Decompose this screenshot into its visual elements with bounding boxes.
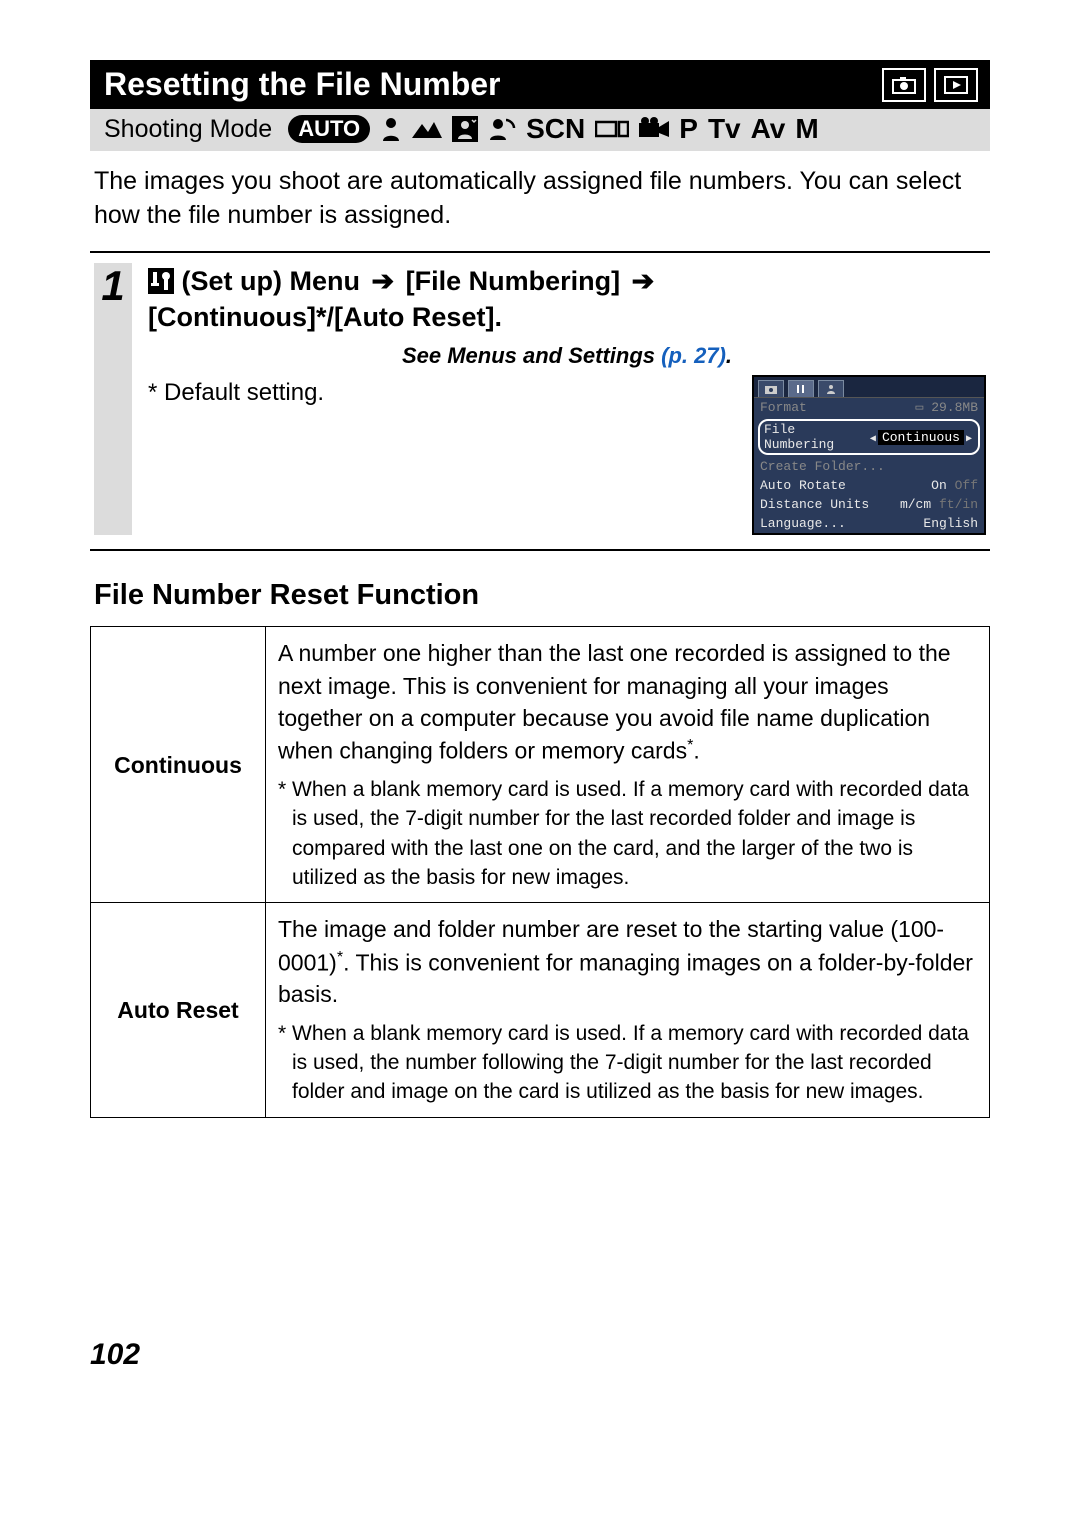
mode-scn-icon: SCN xyxy=(526,113,585,145)
page-title: Resetting the File Number xyxy=(104,66,501,103)
row-label-continuous: Continuous xyxy=(91,627,266,903)
mode-landscape-icon xyxy=(412,118,442,140)
lcd-row-language: Language...English xyxy=(754,514,984,533)
page-number: 102 xyxy=(90,1338,990,1372)
lcd-row-create-folder: Create Folder... xyxy=(754,457,984,476)
mode-kids-pets-icon xyxy=(488,116,516,142)
file-number-table: Continuous A number one higher than the … xyxy=(90,626,990,1117)
mode-av-icon: Av xyxy=(751,113,786,145)
table-row: Auto Reset The image and folder number a… xyxy=(91,903,990,1117)
step-1: 1 (Set up) Menu ➔ [File Numbering] ➔ [Co… xyxy=(90,251,990,552)
mode-stitch-icon xyxy=(595,118,629,140)
section-heading: File Number Reset Function xyxy=(94,579,986,612)
mode-p-icon: P xyxy=(679,113,698,145)
lcd-tab-user-icon xyxy=(818,380,844,397)
mode-night-snapshot-icon xyxy=(452,116,478,142)
camera-icon xyxy=(882,68,926,102)
playback-icon xyxy=(934,68,978,102)
title-bar: Resetting the File Number xyxy=(90,60,990,109)
tools-icon xyxy=(148,268,174,294)
lcd-row-file-numbering: File Numbering ◀Continuous▶ xyxy=(758,419,980,455)
shooting-mode-label: Shooting Mode xyxy=(104,115,272,144)
mode-portrait-icon xyxy=(380,116,402,142)
lcd-tab-tools-icon xyxy=(788,380,814,397)
mode-m-icon: M xyxy=(795,113,818,145)
arrow-right-icon: ➔ xyxy=(372,263,395,299)
mode-movie-icon xyxy=(639,117,669,141)
row-label-autoreset: Auto Reset xyxy=(91,903,266,1117)
lcd-tab-camera-icon xyxy=(758,380,784,397)
default-setting-note: * Default setting. xyxy=(148,379,324,407)
row-desc-autoreset: The image and folder number are reset to… xyxy=(266,903,990,1117)
shooting-mode-icons: AUTO SCN P Tv Av M xyxy=(288,113,819,145)
row-desc-continuous: A number one higher than the last one re… xyxy=(266,627,990,903)
see-reference: See Menus and Settings (p. 27). xyxy=(148,343,986,369)
lcd-row-format: Format▭ 29.8MB xyxy=(754,398,984,417)
mode-tv-icon: Tv xyxy=(708,113,741,145)
arrow-right-icon: ➔ xyxy=(632,263,655,299)
table-row: Continuous A number one higher than the … xyxy=(91,627,990,903)
lcd-row-auto-rotate: Auto RotateOn Off xyxy=(754,476,984,495)
step-heading: (Set up) Menu ➔ [File Numbering] ➔ [Cont… xyxy=(148,263,986,336)
mode-auto-icon: AUTO xyxy=(288,115,370,143)
intro-text: The images you shoot are automatically a… xyxy=(94,165,986,233)
lcd-screenshot: Format▭ 29.8MB File Numbering ◀Continuou… xyxy=(752,375,986,535)
shooting-mode-bar: Shooting Mode AUTO SCN P Tv Av M xyxy=(90,109,990,151)
step-number: 1 xyxy=(94,263,132,536)
lcd-row-distance-units: Distance Unitsm/cm ft/in xyxy=(754,495,984,514)
